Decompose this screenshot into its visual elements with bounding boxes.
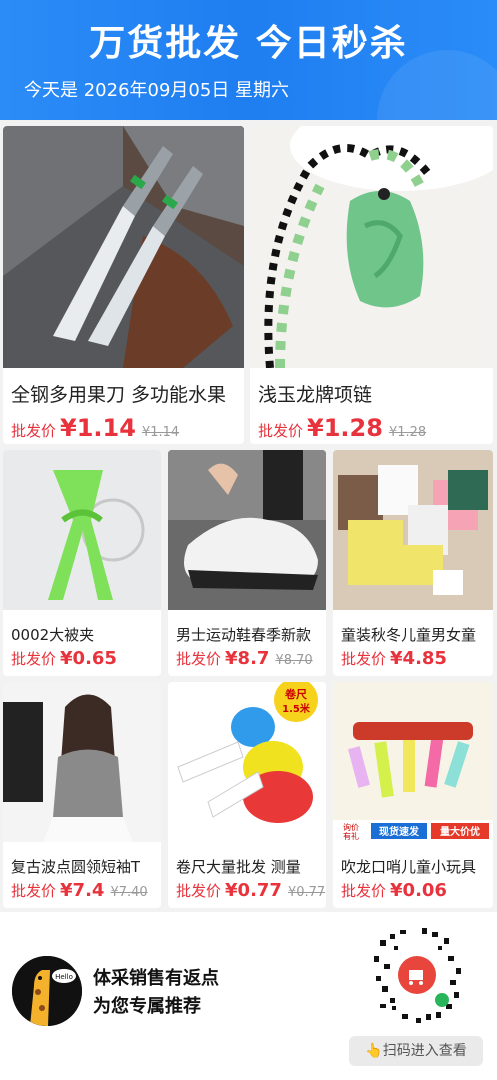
banner-tag-2: 量大价优: [440, 825, 480, 838]
mini-program-qr-code[interactable]: [362, 920, 472, 1030]
product-card-clip[interactable]: 0002大被夹 批发价 ¥0.65: [3, 450, 161, 676]
pointing-hand-icon: 👆: [365, 1043, 383, 1059]
page-title: 万货批发 今日秒杀: [89, 23, 408, 64]
product-card-knife[interactable]: 全钢多用果刀 多功能水果 批发价 ¥1.14 ¥1.14: [3, 126, 244, 444]
product-name: 0002大被夹: [11, 626, 95, 644]
product-name: 卷尺大量批发 测量: [176, 858, 301, 876]
price-label: 批发价: [341, 882, 387, 900]
scan-label: 扫码进入查看: [382, 1043, 467, 1059]
product-old-price: ¥7.40: [110, 885, 148, 900]
product-old-price: ¥1.14: [141, 425, 180, 440]
giraffe-avatar: Hello: [12, 956, 82, 1026]
product-price-row: 批发价 ¥4.85: [341, 648, 453, 669]
product-price-row: 批发价 ¥0.77 ¥0.77: [176, 880, 325, 901]
price-label: 批发价: [176, 650, 222, 668]
product-image-kids-clothes: [333, 450, 493, 610]
product-name: 男士运动鞋春季新款: [176, 626, 312, 644]
product-image-polka-tee: [3, 682, 161, 842]
small-tag-2: 有礼: [343, 831, 359, 841]
product-price: ¥4.85: [390, 648, 447, 669]
product-price-row: 批发价 ¥1.28 ¥1.28: [258, 414, 426, 442]
product-name: 吹龙口哨儿童小玩具: [341, 858, 477, 876]
price-label: 批发价: [11, 422, 57, 440]
product-card-polka-tee[interactable]: 复古波点圆领短袖T 批发价 ¥7.4 ¥7.40: [3, 682, 161, 908]
product-card-tape[interactable]: 卷尺 1.5米 卷尺大量批发 测量 批发价 ¥0.77 ¥0.77: [168, 682, 326, 908]
promo-line-1: 体采销售有返点: [93, 968, 219, 989]
tape-badge-line2: 1.5米: [282, 702, 311, 715]
date-text: 今天是 2026年09月05日 星期六: [24, 80, 290, 101]
product-price-row: 批发价 ¥0.65: [11, 648, 123, 669]
product-old-price: ¥1.28: [388, 425, 427, 440]
product-image-whistle: 询价 有礼 现货速发 量大价优: [333, 682, 493, 842]
product-price-row: 批发价 ¥8.7 ¥8.70: [176, 648, 313, 669]
product-price-row: 批发价 ¥0.06: [341, 880, 453, 901]
price-label: 批发价: [258, 422, 304, 440]
product-card-shoe[interactable]: 男士运动鞋春季新款 批发价 ¥8.7 ¥8.70: [168, 450, 326, 676]
footer-promo: Hello 体采销售有返点 为您专属推荐 👆扫码进入查看: [0, 912, 497, 1080]
product-price: ¥1.14: [60, 414, 136, 442]
product-price: ¥1.28: [307, 414, 383, 442]
price-label: 批发价: [176, 882, 222, 900]
product-price-row: 批发价 ¥1.14 ¥1.14: [11, 414, 179, 442]
product-image-shoe: [168, 450, 326, 610]
product-image-clip: [3, 450, 161, 610]
price-label: 批发价: [11, 650, 57, 668]
promo-line-2: 为您专属推荐: [93, 996, 201, 1017]
product-old-price: ¥0.77: [287, 885, 326, 900]
product-image-jade: [250, 126, 493, 368]
price-label: 批发价: [341, 650, 387, 668]
product-card-jade[interactable]: 浅玉龙牌项链 批发价 ¥1.28 ¥1.28: [250, 126, 493, 444]
product-name: 浅玉龙牌项链: [258, 384, 373, 406]
product-image-knife: [3, 126, 244, 368]
product-name: 全钢多用果刀 多功能水果: [11, 384, 227, 406]
product-price: ¥8.7: [225, 648, 270, 669]
product-price: ¥0.06: [390, 880, 447, 901]
giraffe-badge-text: Hello: [55, 973, 73, 981]
product-name: 童装秋冬儿童男女童: [341, 626, 477, 644]
price-label: 批发价: [11, 882, 57, 900]
product-card-whistle[interactable]: 询价 有礼 现货速发 量大价优 吹龙口哨儿童小玩具 批发价 ¥0.06: [333, 682, 493, 908]
product-card-kids-clothes[interactable]: 童装秋冬儿童男女童 批发价 ¥4.85: [333, 450, 493, 676]
product-price-row: 批发价 ¥7.4 ¥7.40: [11, 880, 148, 901]
small-tag-1: 询价: [343, 822, 359, 832]
header-banner: 万货批发 今日秒杀 今天是 2026年09月05日 星期六: [0, 0, 497, 120]
product-image-tape: 卷尺 1.5米: [168, 682, 326, 842]
banner-tag-1: 现货速发: [379, 825, 420, 838]
tape-badge-line1: 卷尺: [284, 687, 307, 701]
product-old-price: ¥8.70: [275, 653, 313, 668]
product-name: 复古波点圆领短袖T: [11, 858, 141, 876]
product-price: ¥7.4: [60, 880, 105, 901]
scan-to-view-button[interactable]: 👆扫码进入查看: [349, 1036, 483, 1066]
product-price: ¥0.65: [60, 648, 117, 669]
product-price: ¥0.77: [225, 880, 282, 901]
